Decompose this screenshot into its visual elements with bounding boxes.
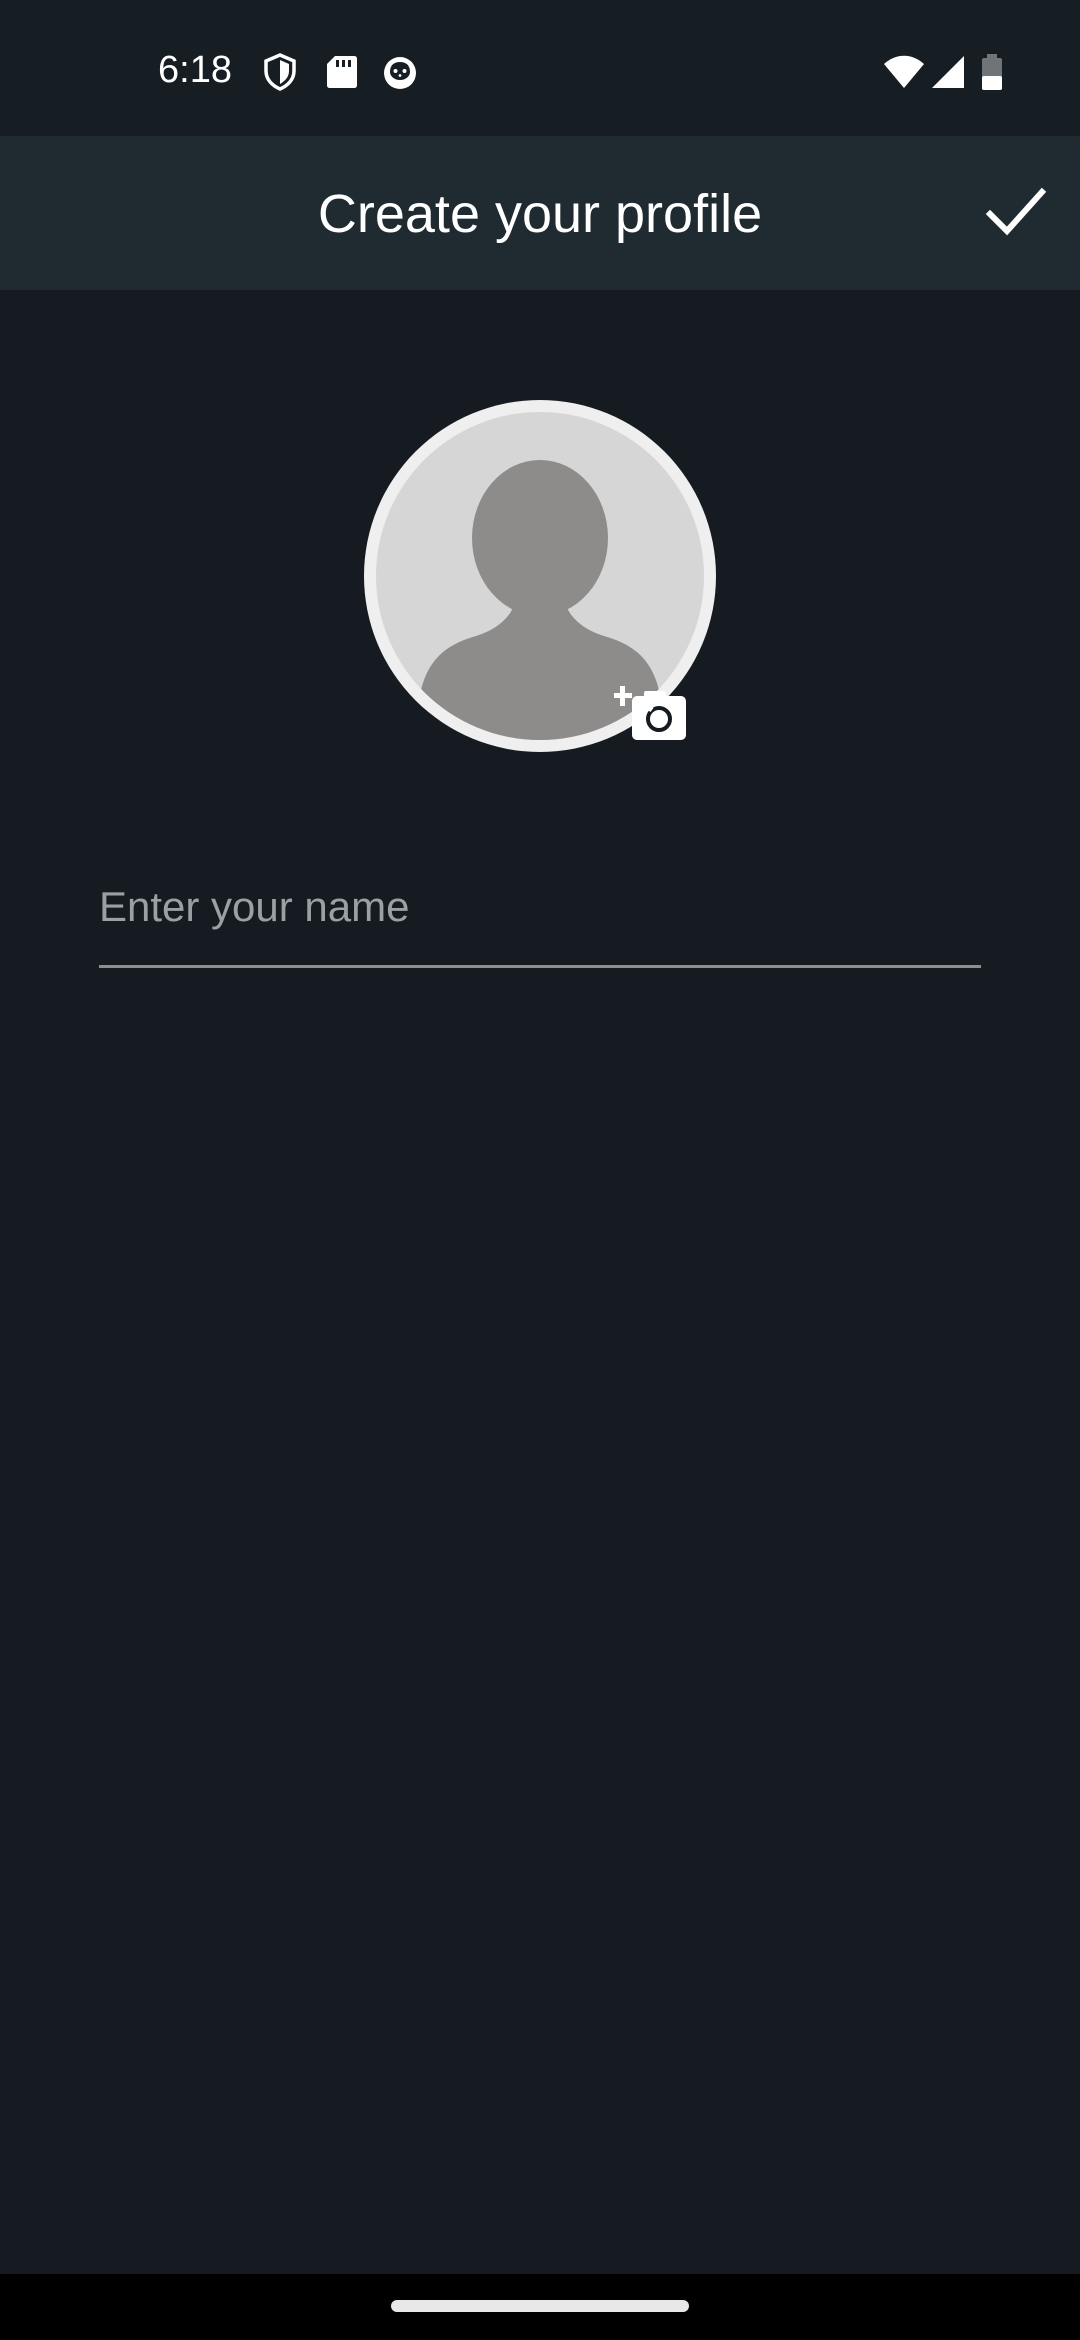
signal-icon bbox=[932, 56, 964, 88]
cat-face-icon bbox=[384, 57, 416, 89]
sd-card-icon bbox=[327, 56, 357, 88]
status-bar: 6:18 bbox=[0, 0, 1080, 136]
add-photo-camera-icon[interactable] bbox=[614, 680, 690, 746]
wifi-icon bbox=[884, 55, 924, 88]
shield-icon bbox=[264, 53, 296, 91]
app-bar: Create your profile bbox=[0, 136, 1080, 290]
name-input[interactable] bbox=[99, 872, 981, 942]
profile-photo-button[interactable] bbox=[364, 400, 716, 752]
name-field bbox=[99, 860, 981, 968]
navigation-bar bbox=[0, 2274, 1080, 2340]
home-indicator[interactable] bbox=[391, 2300, 689, 2312]
status-time: 6:18 bbox=[158, 49, 232, 91]
page-title: Create your profile bbox=[317, 184, 763, 244]
battery-icon bbox=[982, 54, 1002, 90]
check-icon[interactable] bbox=[982, 178, 1050, 246]
create-profile-screen: 6:18 Create your profile Enter your name bbox=[0, 0, 1080, 2340]
